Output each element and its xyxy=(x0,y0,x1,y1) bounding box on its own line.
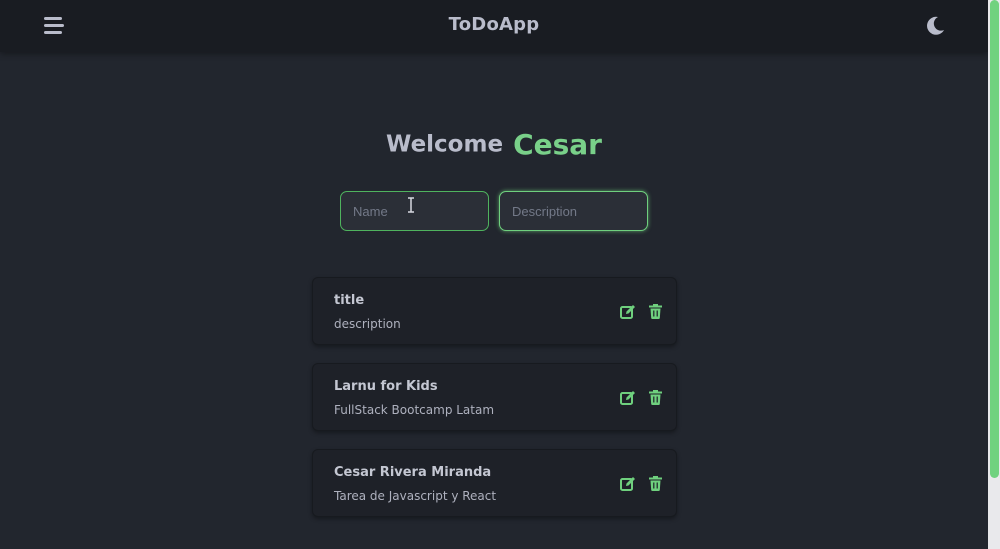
task-description: Tarea de Javascript y React xyxy=(334,489,497,503)
app-page: ToDoApp Welcome Cesar title description xyxy=(0,0,1000,549)
task-card: title description xyxy=(312,277,677,345)
welcome-heading: Welcome Cesar xyxy=(0,128,988,161)
task-description: FullStack Bootcamp Latam xyxy=(334,403,495,417)
edit-icon[interactable] xyxy=(620,304,636,320)
app-title: ToDoApp xyxy=(448,14,540,35)
text-cursor-icon xyxy=(408,197,414,213)
moon-icon[interactable] xyxy=(924,15,946,37)
task-card: Cesar Rivera Miranda Tarea de Javascript… xyxy=(312,449,677,517)
trash-icon[interactable] xyxy=(649,390,662,405)
task-card: Larnu for Kids FullStack Bootcamp Latam xyxy=(312,363,677,431)
trash-icon[interactable] xyxy=(649,476,662,491)
trash-icon[interactable] xyxy=(649,304,662,319)
edit-icon[interactable] xyxy=(620,390,636,406)
task-description: description xyxy=(334,317,401,331)
welcome-user-name: Cesar xyxy=(513,128,602,161)
task-title: Cesar Rivera Miranda xyxy=(334,465,492,480)
task-title: title xyxy=(334,293,365,308)
task-list: title description Larnu for Kids FullSta… xyxy=(312,277,677,535)
description-input[interactable] xyxy=(499,191,648,231)
edit-icon[interactable] xyxy=(620,476,636,492)
welcome-label: Welcome xyxy=(386,131,504,158)
top-navbar: ToDoApp xyxy=(0,0,988,52)
scrollbar-thumb[interactable] xyxy=(990,0,999,478)
task-title: Larnu for Kids xyxy=(334,379,438,394)
